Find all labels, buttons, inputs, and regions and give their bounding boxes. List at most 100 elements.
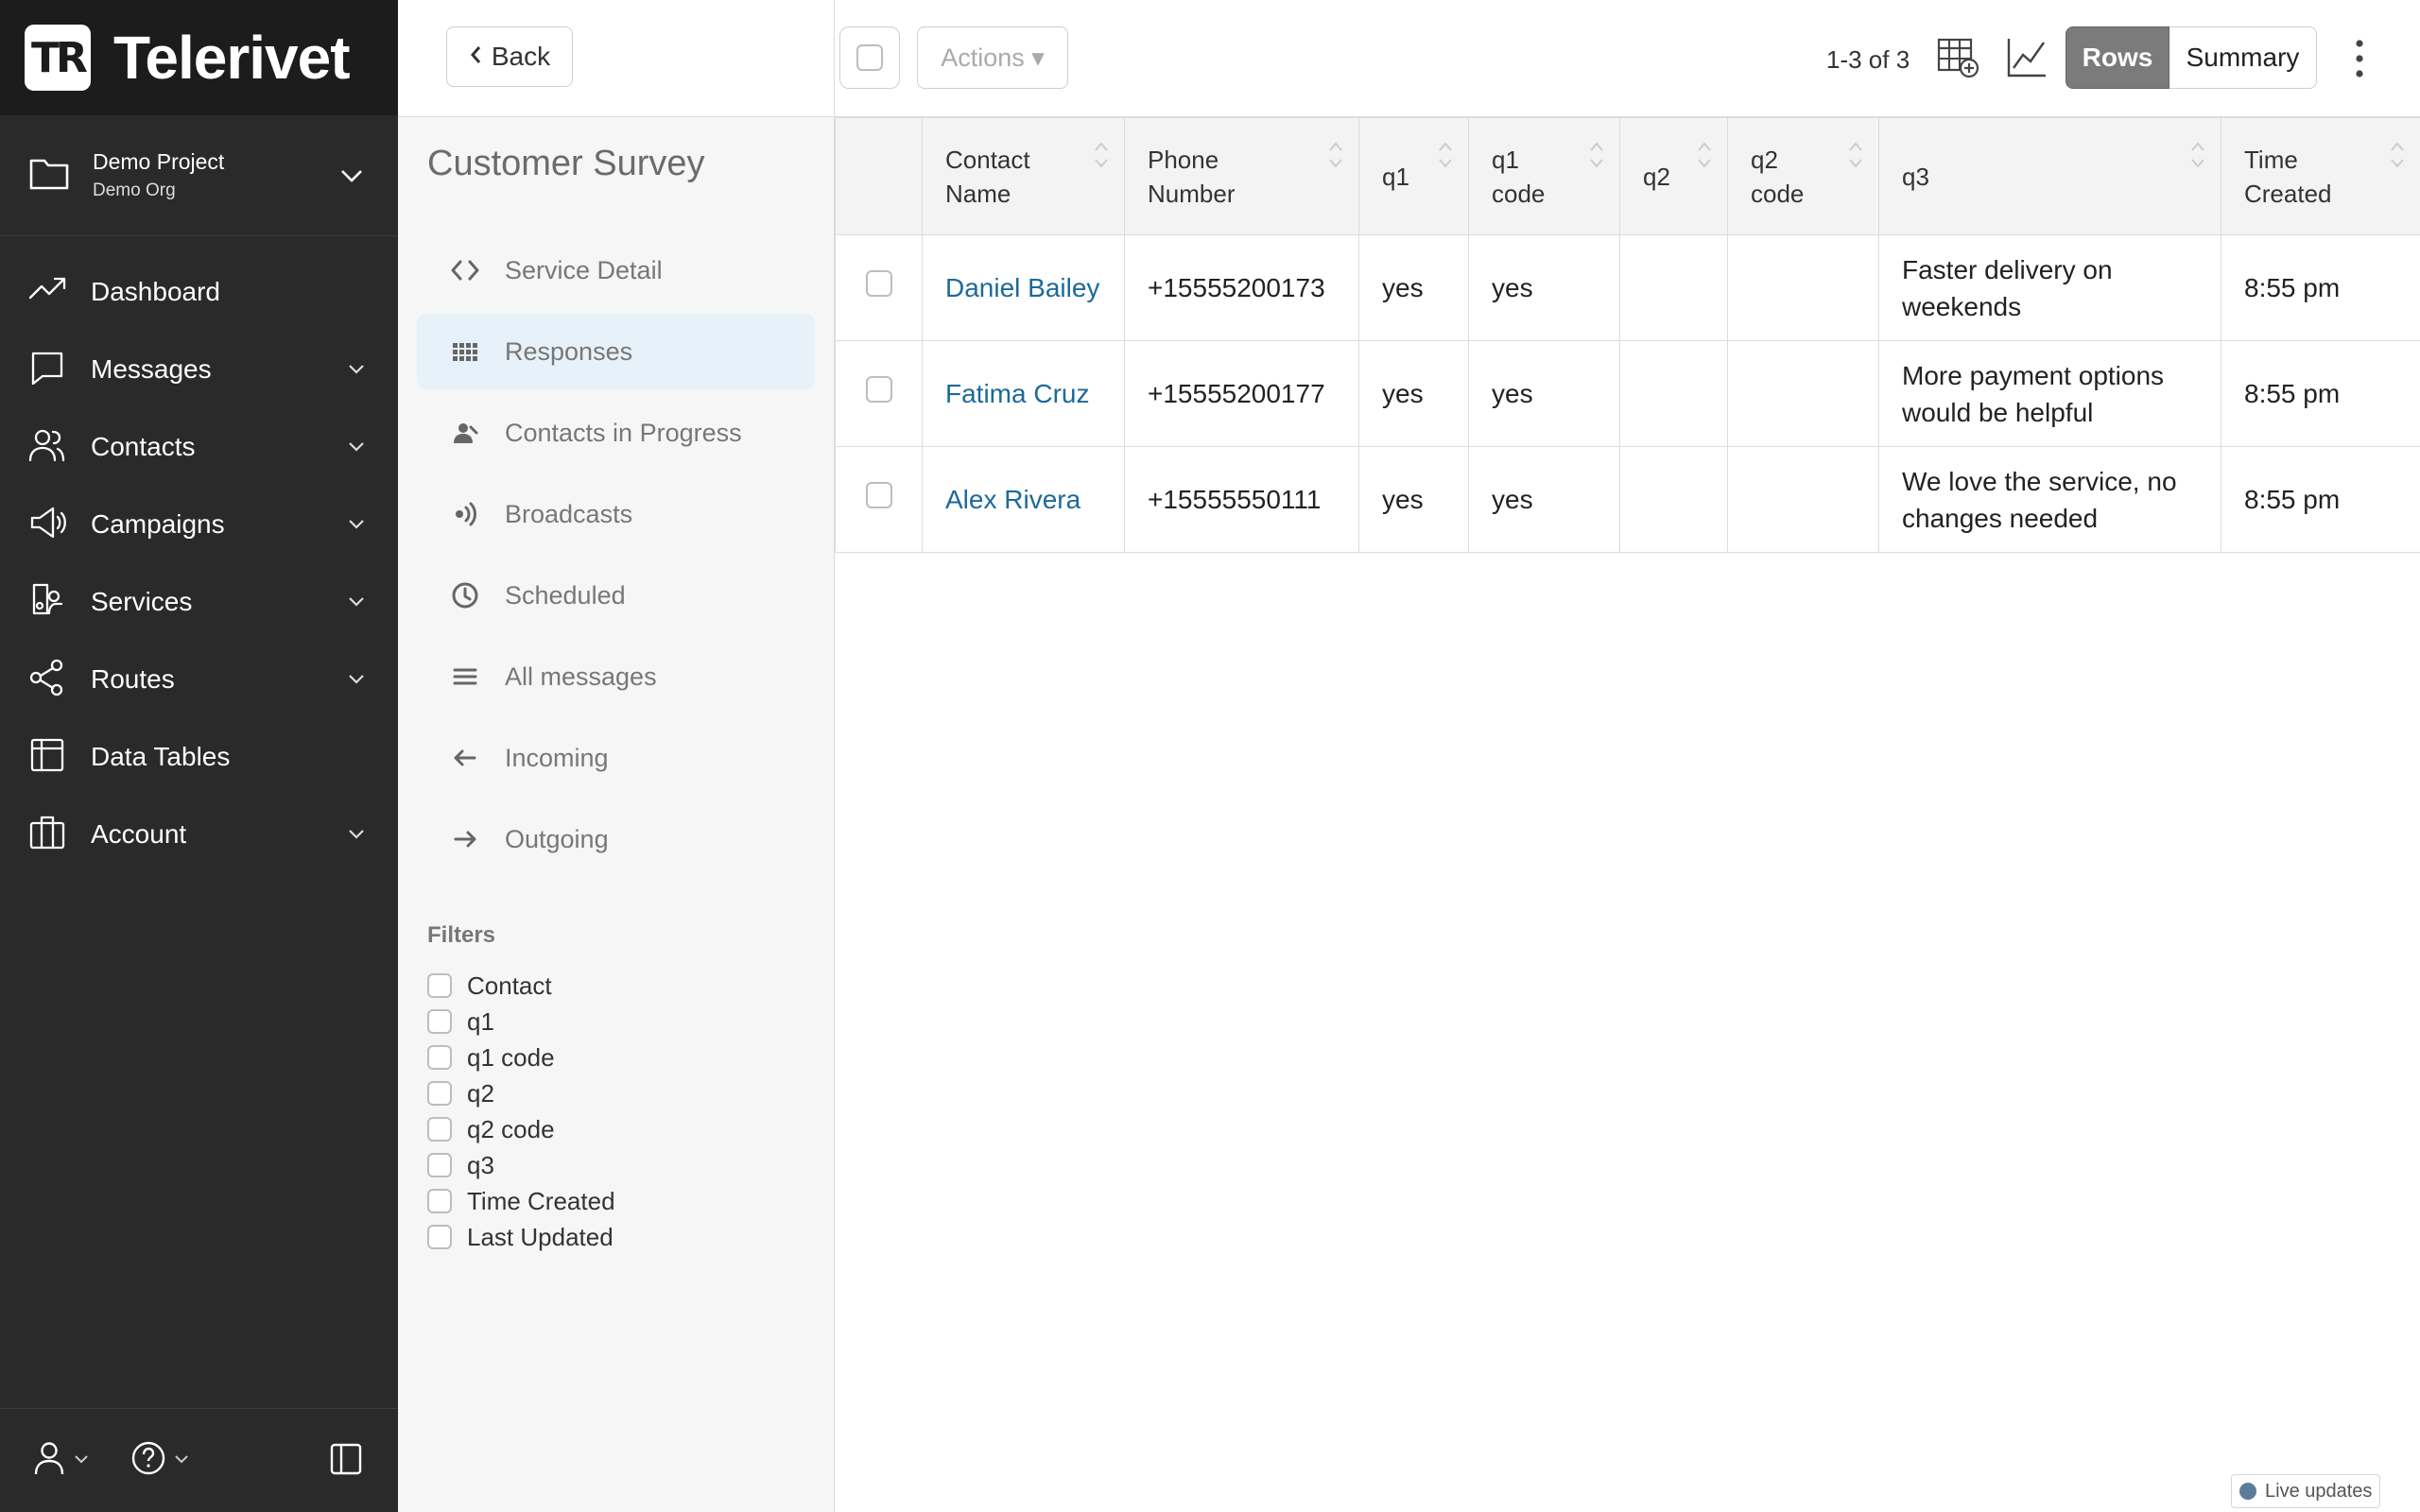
filter-option[interactable]: Contact xyxy=(427,968,834,1004)
column-header[interactable]: q2 code xyxy=(1727,117,1879,235)
filter-checkbox[interactable] xyxy=(427,1189,452,1213)
grid-icon xyxy=(448,336,482,367)
sort-icon[interactable] xyxy=(1438,139,1453,180)
subnav-item-all-messages[interactable]: All messages xyxy=(417,639,815,714)
user-menu[interactable] xyxy=(32,1440,89,1481)
select-all-checkbox[interactable] xyxy=(839,26,900,89)
summary-view-button[interactable]: Summary xyxy=(2169,26,2317,89)
subnav-item-label: Contacts in Progress xyxy=(505,418,742,447)
briefcase-icon xyxy=(28,814,66,856)
chevron-down-icon xyxy=(347,593,366,615)
project-org: Demo Org xyxy=(93,180,176,200)
chevron-down-icon xyxy=(347,361,366,383)
filter-label: Last Updated xyxy=(467,1222,614,1251)
filter-checkbox[interactable] xyxy=(427,973,452,998)
table-row[interactable]: Fatima Cruz +15555200177 yes yes More paymen… xyxy=(835,340,2420,447)
brand-logo[interactable]: TR Telerivet xyxy=(0,0,398,115)
actions-dropdown[interactable]: Actions ▾ xyxy=(917,26,1068,89)
row-checkbox[interactable] xyxy=(865,270,892,297)
help-menu[interactable] xyxy=(130,1440,189,1481)
filter-checkbox[interactable] xyxy=(427,1009,452,1034)
nav-item-services[interactable]: Services xyxy=(0,563,398,641)
nav-item-messages[interactable]: Messages xyxy=(0,331,398,408)
add-column-table-icon[interactable] xyxy=(1936,36,1981,84)
filter-label: q1 xyxy=(467,1006,494,1036)
cell-q1: yes xyxy=(1358,340,1469,447)
column-header[interactable]: Phone Number xyxy=(1124,117,1359,235)
column-header[interactable]: Time Created xyxy=(2221,117,2420,235)
cell-q2 xyxy=(1619,234,1728,341)
folder-icon xyxy=(28,155,70,196)
filter-option[interactable]: q3 xyxy=(427,1147,834,1183)
subnav-item-contacts-in-progress[interactable]: Contacts in Progress xyxy=(417,395,815,471)
cell-q1-code: yes xyxy=(1468,340,1620,447)
contact-name-link[interactable]: Daniel Bailey xyxy=(922,234,1125,341)
row-checkbox[interactable] xyxy=(865,482,892,508)
subnav-item-label: Broadcasts xyxy=(505,499,633,528)
nav-item-dashboard[interactable]: Dashboard xyxy=(0,253,398,331)
column-header-label: Time Created xyxy=(2244,145,2332,208)
subnav-item-incoming[interactable]: Incoming xyxy=(417,720,815,796)
column-header[interactable]: q2 xyxy=(1619,117,1728,235)
column-header[interactable]: q1 code xyxy=(1468,117,1620,235)
nav-item-data-tables[interactable]: Data Tables xyxy=(0,718,398,796)
live-updates-indicator[interactable]: Live updates xyxy=(2231,1474,2380,1508)
row-checkbox[interactable] xyxy=(865,376,892,403)
sort-icon[interactable] xyxy=(2190,139,2205,180)
subnav-item-scheduled[interactable]: Scheduled xyxy=(417,558,815,633)
sort-icon[interactable] xyxy=(2390,139,2405,180)
filter-option[interactable]: Time Created xyxy=(427,1183,834,1219)
subnav-item-broadcasts[interactable]: Broadcasts xyxy=(417,476,815,552)
subnav-item-outgoing[interactable]: Outgoing xyxy=(417,801,815,877)
project-name: Demo Project xyxy=(93,149,225,174)
sort-icon[interactable] xyxy=(1589,139,1604,180)
nav-item-campaigns[interactable]: Campaigns xyxy=(0,486,398,563)
cell-q2-code xyxy=(1727,340,1879,447)
sort-icon[interactable] xyxy=(1094,139,1109,180)
column-header[interactable]: Contact Name xyxy=(922,117,1125,235)
robot-icon xyxy=(28,581,66,624)
sort-icon[interactable] xyxy=(1328,139,1343,180)
cell-q1-code: yes xyxy=(1468,234,1620,341)
line-chart-icon[interactable] xyxy=(2006,36,2048,84)
column-header[interactable]: q3 xyxy=(1878,117,2221,235)
filter-option[interactable]: q1 xyxy=(427,1004,834,1040)
column-header[interactable]: q1 xyxy=(1358,117,1469,235)
contact-name-link[interactable]: Alex Rivera xyxy=(922,446,1125,553)
back-button[interactable]: Back xyxy=(446,26,573,87)
contact-name-link[interactable]: Fatima Cruz xyxy=(922,340,1125,447)
sidebar-toggle-icon[interactable] xyxy=(330,1443,362,1480)
filter-label: q2 xyxy=(467,1078,494,1108)
subnav-item-label: Incoming xyxy=(505,743,609,772)
nav-item-routes[interactable]: Routes xyxy=(0,641,398,718)
project-switcher[interactable]: Demo Project Demo Org xyxy=(0,115,398,236)
column-header-label: Phone Number xyxy=(1148,145,1236,208)
column-header-label: q1 code xyxy=(1492,145,1546,208)
sort-icon[interactable] xyxy=(1848,139,1863,180)
share-icon xyxy=(28,659,66,701)
sort-icon[interactable] xyxy=(1697,139,1712,180)
table-row[interactable]: Alex Rivera +15555550111 yes yes We love the… xyxy=(835,446,2420,553)
filter-option[interactable]: Last Updated xyxy=(427,1219,834,1255)
cell-q2 xyxy=(1619,446,1728,553)
filter-option[interactable]: q1 code xyxy=(427,1040,834,1075)
more-options-icon[interactable] xyxy=(2352,38,2367,84)
pagination-count: 1-3 of 3 xyxy=(1826,45,1910,74)
filter-checkbox[interactable] xyxy=(427,1117,452,1142)
filter-option[interactable]: q2 xyxy=(427,1075,834,1111)
cell-phone: +15555200177 xyxy=(1124,340,1359,447)
filter-checkbox[interactable] xyxy=(427,1225,452,1249)
nav-item-account[interactable]: Account xyxy=(0,796,398,873)
table-row[interactable]: Daniel Bailey +15555200173 yes yes Faster de… xyxy=(835,234,2420,341)
filter-checkbox[interactable] xyxy=(427,1045,452,1070)
rows-view-button[interactable]: Rows xyxy=(2066,26,2169,89)
subnav-item-service-detail[interactable]: Service Detail xyxy=(417,232,815,308)
nav-item-contacts[interactable]: Contacts xyxy=(0,408,398,486)
filter-label: q2 code xyxy=(467,1114,555,1143)
nav-item-label: Messages xyxy=(91,354,212,384)
filter-label: q1 code xyxy=(467,1042,555,1072)
filter-checkbox[interactable] xyxy=(427,1153,452,1177)
filter-checkbox[interactable] xyxy=(427,1081,452,1106)
subnav-item-responses[interactable]: Responses xyxy=(417,314,815,389)
filter-option[interactable]: q2 code xyxy=(427,1111,834,1147)
